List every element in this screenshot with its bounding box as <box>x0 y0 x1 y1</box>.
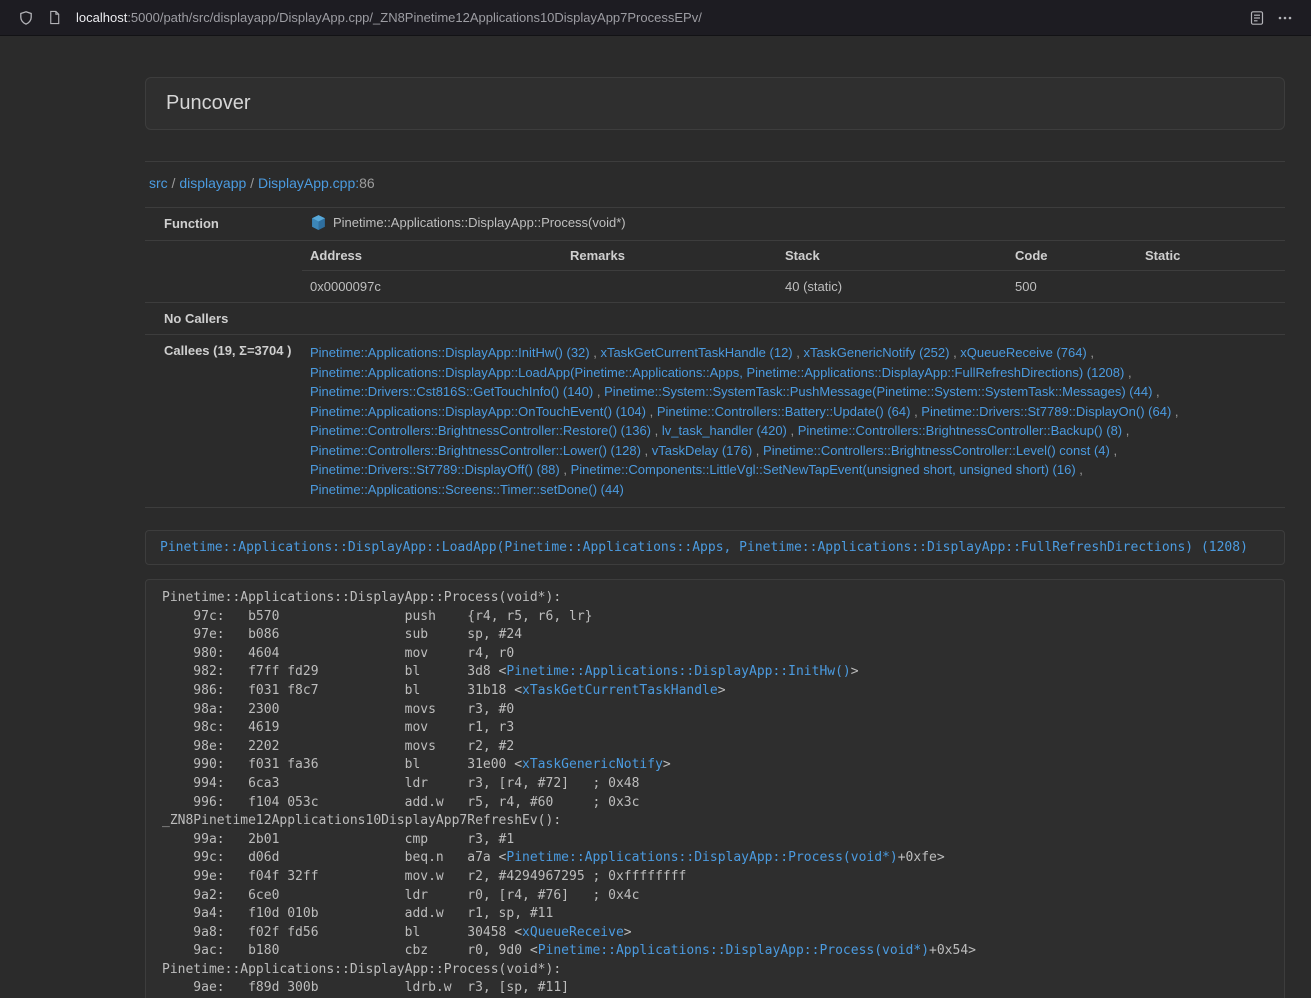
breadcrumb: src / displayapp / DisplayApp.cpp:86 <box>149 175 1285 191</box>
callee-link[interactable]: Pinetime::Drivers::Cst816S::GetTouchInfo… <box>310 384 593 399</box>
column-header-remarks: Remarks <box>562 241 777 271</box>
function-name: Pinetime::Applications::DisplayApp::Proc… <box>333 215 626 230</box>
callee-separator: , <box>1087 345 1094 360</box>
callee-link[interactable]: lv_task_handler (420) <box>662 423 787 438</box>
callee-link[interactable]: Pinetime::Controllers::BrightnessControl… <box>310 423 651 438</box>
column-header-code: Code <box>1007 241 1137 271</box>
static-value <box>1137 271 1285 303</box>
callee-separator: , <box>590 345 601 360</box>
code-size-value: 500 <box>1007 271 1137 303</box>
callee-separator: , <box>646 404 657 419</box>
metrics-values-row: 0x0000097c 40 (static) 500 <box>302 271 1285 303</box>
no-callers-label: No Callers <box>145 303 302 335</box>
breadcrumb-separator: / <box>168 175 180 191</box>
callee-separator: , <box>949 345 960 360</box>
callee-link[interactable]: Pinetime::Applications::Screens::Timer::… <box>310 482 624 497</box>
metrics-row: Address Remarks Stack Code Static 0x0000… <box>145 241 1285 303</box>
callee-separator: , <box>560 462 571 477</box>
breadcrumb-link[interactable]: displayapp <box>179 175 246 191</box>
callees-label: Callees (19, Σ=3704 ) <box>145 335 302 508</box>
browser-url-bar[interactable]: localhost:5000/path/src/displayapp/Displ… <box>0 0 1311 36</box>
function-type-icon <box>310 214 327 234</box>
callee-link[interactable]: Pinetime::System::SystemTask::PushMessag… <box>604 384 1152 399</box>
disassembly-symbol-link[interactable]: xTaskGenericNotify <box>522 757 663 772</box>
callee-separator: , <box>641 443 652 458</box>
callee-separator: , <box>793 345 804 360</box>
divider <box>145 161 1285 162</box>
breadcrumb-link[interactable]: DisplayApp.cpp: <box>258 175 359 191</box>
reader-view-icon[interactable] <box>1243 4 1271 32</box>
function-details-table: Function Pinetime::Applications::Display… <box>145 207 1285 508</box>
callee-link[interactable]: Pinetime::Applications::DisplayApp::Init… <box>310 345 590 360</box>
highlighted-callee-link[interactable]: Pinetime::Applications::DisplayApp::Load… <box>160 540 1248 555</box>
callee-link[interactable]: Pinetime::Applications::DisplayApp::OnTo… <box>310 404 646 419</box>
function-label: Function <box>145 208 302 241</box>
metrics-table: Address Remarks Stack Code Static 0x0000… <box>302 241 1285 302</box>
function-row: Function Pinetime::Applications::Display… <box>145 208 1285 241</box>
column-header-static: Static <box>1137 241 1285 271</box>
callee-separator: , <box>1124 365 1131 380</box>
callee-link[interactable]: vTaskDelay (176) <box>652 443 752 458</box>
callee-link[interactable]: Pinetime::Controllers::BrightnessControl… <box>310 443 641 458</box>
address-value: 0x0000097c <box>302 271 562 303</box>
disassembly-symbol-link[interactable]: Pinetime::Applications::DisplayApp::Proc… <box>506 850 897 865</box>
app-header-panel: Puncover <box>145 77 1285 130</box>
disassembly-symbol-link[interactable]: xTaskGetCurrentTaskHandle <box>522 683 718 698</box>
more-actions-ellipsis-icon[interactable] <box>1271 4 1299 32</box>
callee-separator: , <box>787 423 798 438</box>
tracking-protection-shield-icon[interactable] <box>12 4 40 32</box>
breadcrumb-link[interactable]: src <box>149 175 168 191</box>
callee-link[interactable]: xQueueReceive (764) <box>960 345 1086 360</box>
disassembly-symbol-link[interactable]: Pinetime::Applications::DisplayApp::Init… <box>506 664 850 679</box>
callee-separator: , <box>752 443 763 458</box>
url-path: :5000/path/src/displayapp/DisplayApp.cpp… <box>127 10 702 25</box>
callee-link[interactable]: Pinetime::Drivers::St7789::DisplayOn() (… <box>921 404 1171 419</box>
callee-link[interactable]: Pinetime::Controllers::Battery::Update()… <box>657 404 911 419</box>
callee-separator: , <box>1076 462 1083 477</box>
breadcrumb-line-number: 86 <box>359 175 375 191</box>
callee-link[interactable]: xTaskGetCurrentTaskHandle (12) <box>600 345 792 360</box>
breadcrumb-separator: / <box>246 175 258 191</box>
highlighted-callee-box: Pinetime::Applications::DisplayApp::Load… <box>145 530 1285 565</box>
column-header-address: Address <box>302 241 562 271</box>
callee-link[interactable]: Pinetime::Controllers::BrightnessControl… <box>763 443 1110 458</box>
url-text[interactable]: localhost:5000/path/src/displayapp/Displ… <box>76 10 1243 25</box>
page-container: Puncover src / displayapp / DisplayApp.c… <box>145 77 1285 998</box>
no-callers-row: No Callers <box>145 303 1285 335</box>
callee-separator: , <box>910 404 921 419</box>
url-host: localhost <box>76 10 127 25</box>
remarks-value <box>562 271 777 303</box>
disassembly-code: Pinetime::Applications::DisplayApp::Proc… <box>145 579 1285 998</box>
callee-separator: , <box>1110 443 1117 458</box>
callee-separator: , <box>1152 384 1159 399</box>
callees-row: Callees (19, Σ=3704 ) Pinetime::Applicat… <box>145 335 1285 508</box>
stack-value: 40 (static) <box>777 271 1007 303</box>
callees-list: Pinetime::Applications::DisplayApp::Init… <box>302 335 1285 508</box>
page-title: Puncover <box>166 92 1264 115</box>
callee-link[interactable]: Pinetime::Drivers::St7789::DisplayOff() … <box>310 462 560 477</box>
callee-link[interactable]: Pinetime::Controllers::BrightnessControl… <box>798 423 1122 438</box>
callee-separator: , <box>1171 404 1178 419</box>
site-identity-page-icon[interactable] <box>40 4 68 32</box>
disassembly-symbol-link[interactable]: Pinetime::Applications::DisplayApp::Proc… <box>538 943 929 958</box>
disassembly-symbol-link[interactable]: xQueueReceive <box>522 925 624 940</box>
callee-separator: , <box>593 384 604 399</box>
column-header-stack: Stack <box>777 241 1007 271</box>
callee-separator: , <box>651 423 662 438</box>
callee-separator: , <box>1122 423 1129 438</box>
callee-link[interactable]: Pinetime::Components::LittleVgl::SetNewT… <box>571 462 1076 477</box>
callee-link[interactable]: xTaskGenericNotify (252) <box>804 345 950 360</box>
callee-link[interactable]: Pinetime::Applications::DisplayApp::Load… <box>310 365 1124 380</box>
